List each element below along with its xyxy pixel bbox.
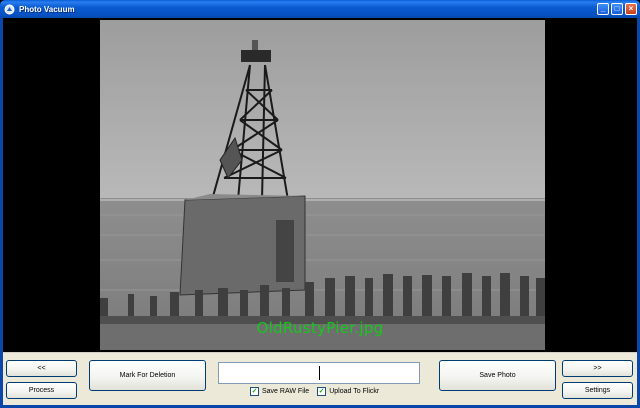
process-button[interactable]: Process: [6, 382, 77, 399]
upload-flickr-checkbox[interactable]: ✓: [317, 387, 327, 396]
text-caret: [319, 366, 320, 380]
settings-button[interactable]: Settings: [562, 382, 633, 399]
upload-options: ✓ Save RAW File ✓ Upload To Flickr: [250, 387, 379, 396]
vacuum-icon: [4, 4, 15, 15]
upload-flickr-label: Upload To Flickr: [329, 388, 380, 395]
window-title: Photo Vacuum: [19, 4, 75, 14]
caption-input[interactable]: [218, 362, 420, 384]
window-controls: _ □ ×: [597, 3, 637, 15]
filename-overlay: OldRustyPier.jpg: [256, 319, 384, 337]
photo-image: [100, 20, 545, 350]
title-bar[interactable]: Photo Vacuum _ □ ×: [0, 0, 640, 18]
previous-button[interactable]: <<: [6, 360, 77, 377]
save-photo-button[interactable]: Save Photo: [439, 360, 556, 391]
mark-for-deletion-button[interactable]: Mark For Deletion: [89, 360, 206, 391]
close-icon[interactable]: ×: [625, 3, 637, 15]
minimize-icon[interactable]: _: [597, 3, 609, 15]
upload-flickr-option[interactable]: ✓ Upload To Flickr: [317, 387, 379, 396]
save-raw-checkbox[interactable]: ✓: [250, 387, 259, 396]
save-raw-label: Save RAW File: [262, 388, 310, 395]
photo-viewport: OldRustyPier.jpg: [3, 18, 637, 352]
save-raw-option[interactable]: ✓ Save RAW File: [250, 387, 309, 396]
control-panel: << Process Mark For Deletion ✓ Save RAW …: [3, 352, 637, 405]
next-button[interactable]: >>: [562, 360, 633, 377]
maximize-icon[interactable]: □: [611, 3, 623, 15]
